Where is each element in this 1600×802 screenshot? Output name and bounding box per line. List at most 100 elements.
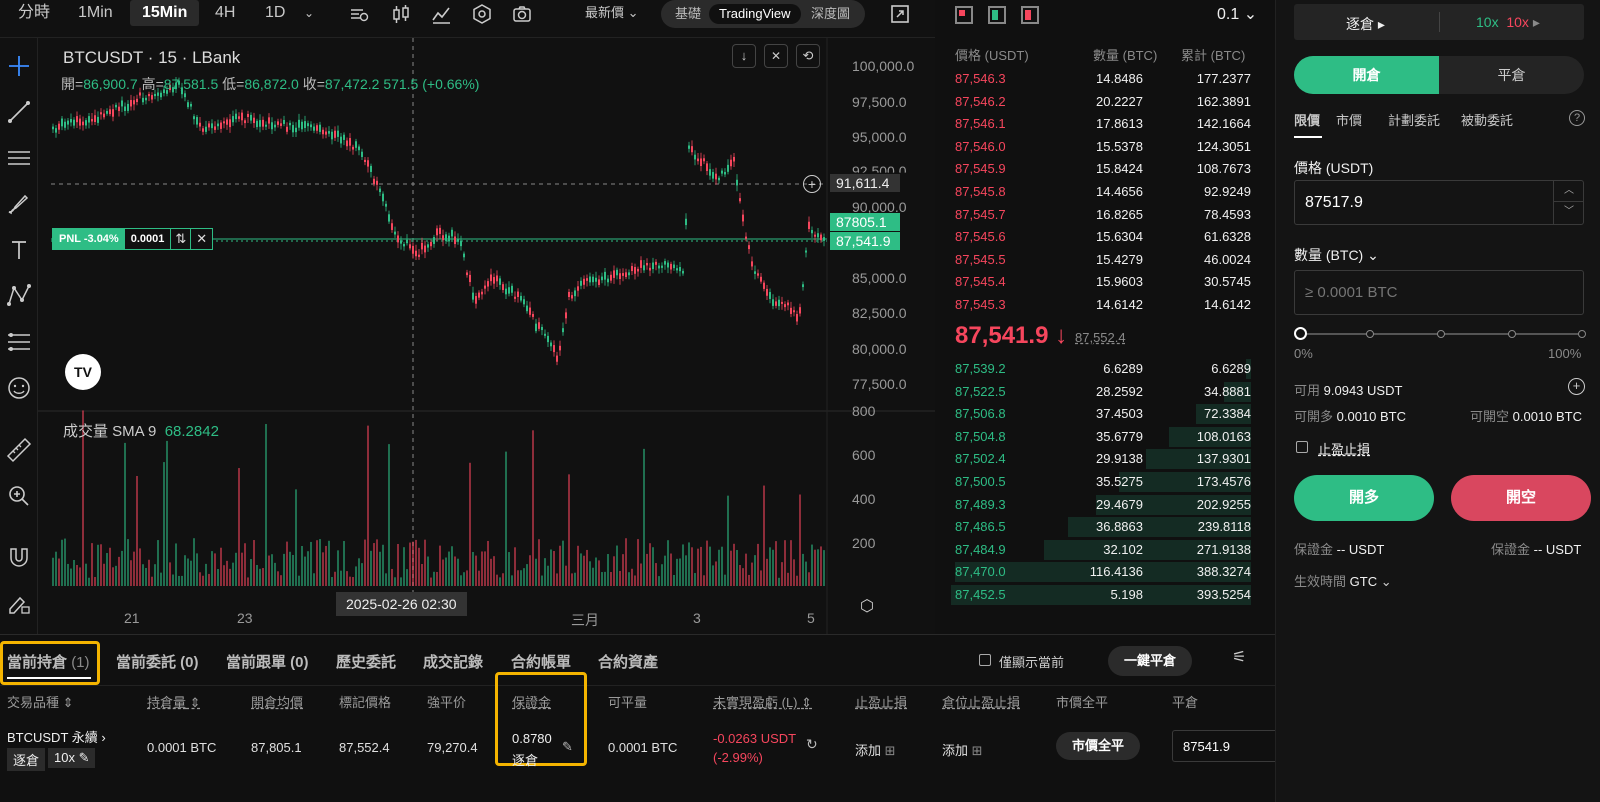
margin-mode-button[interactable]: 逐倉 ▸ (1346, 14, 1385, 34)
candlestick-chart[interactable] (38, 38, 935, 634)
bid-row[interactable]: 87,502.4 29.9138 137.9301 (937, 448, 1257, 470)
edit-margin-icon[interactable]: ✎ (562, 739, 573, 755)
tpsl-label[interactable]: 止盈止損 (1318, 439, 1370, 458)
zoom-in-icon[interactable] (5, 482, 33, 510)
tab-contract-assets[interactable]: 合約資產 (598, 651, 658, 672)
chart-area[interactable]: ↓ ✕ ⟲ PNL -3.04% 0.0001 ⇅ ✕ 87805.1 87,5… (38, 38, 935, 634)
ask-row[interactable]: 87,545.7 16.8265 78.4593 (937, 204, 1257, 226)
collapse-icon[interactable]: ✕ (764, 44, 788, 68)
market-close-button[interactable]: 市價全平 (1056, 732, 1140, 760)
interval-1d[interactable]: 1D (265, 0, 285, 26)
ask-row[interactable]: 87,545.9 15.8424 108.7673 (937, 158, 1257, 180)
tpsl-checkbox[interactable] (1296, 441, 1308, 453)
ask-row[interactable]: 87,545.5 15.4279 46.0024 (937, 249, 1257, 271)
brush-icon[interactable] (5, 190, 33, 218)
crosshair-icon[interactable] (5, 52, 33, 80)
precision-dropdown[interactable]: 0.1 ⌄ (1217, 4, 1257, 24)
interval-tick[interactable]: 分時 (18, 0, 50, 26)
view-depth[interactable]: 深度圖 (811, 4, 850, 24)
only-current-checkbox[interactable] (979, 654, 991, 666)
lock-drawings-icon[interactable] (5, 589, 33, 617)
ask-row[interactable]: 87,546.0 15.5378 124.3051 (937, 136, 1257, 158)
pattern-tool-icon[interactable] (5, 282, 33, 310)
view-basic[interactable]: 基礎 (675, 4, 701, 24)
magnet-icon[interactable] (5, 543, 33, 571)
open-long-button[interactable]: 開多 (1294, 475, 1434, 521)
settings-gear-icon[interactable] (471, 3, 493, 25)
bid-row[interactable]: 87,452.5 5.198 393.5254 (937, 584, 1257, 606)
book-asks-icon[interactable] (1021, 6, 1039, 24)
bid-row[interactable]: 87,470.0 116.4136 388.3274 (937, 561, 1257, 583)
tab-open-orders[interactable]: 當前委託 (0) (116, 651, 199, 672)
close-position-icon[interactable]: ✕ (190, 229, 213, 249)
ask-row[interactable]: 87,545.4 15.9603 30.5745 (937, 271, 1257, 293)
close-tab[interactable]: 平倉 (1439, 56, 1584, 94)
price-type-dropdown[interactable]: 最新價 ⌄ (585, 0, 639, 26)
book-bids-icon[interactable] (988, 6, 1006, 24)
horizontal-lines-icon[interactable] (5, 144, 33, 172)
help-icon[interactable]: ? (1569, 110, 1585, 126)
bid-row[interactable]: 87,489.3 29.4679 202.9255 (937, 494, 1257, 516)
open-short-button[interactable]: 開空 (1451, 475, 1591, 521)
qty-input[interactable] (1294, 270, 1584, 315)
interval-15min[interactable]: 15Min (130, 0, 200, 26)
tab-trade-history[interactable]: 成交記錄 (423, 651, 483, 672)
fullscreen-icon[interactable] (890, 4, 910, 24)
close-all-button[interactable]: 一鍵平倉 (1108, 646, 1192, 676)
view-tradingview[interactable]: TradingView (709, 4, 801, 24)
bid-row[interactable]: 87,539.2 6.6289 6.6289 (937, 358, 1257, 380)
row-pos-tpsl-add[interactable]: 添加 ⊞ (942, 740, 983, 759)
col-upnl[interactable]: 未實現盈虧 (L) ⇕ (713, 692, 812, 711)
indicators-icon[interactable] (430, 3, 452, 25)
bid-row[interactable]: 87,504.8 35.6779 108.0163 (937, 426, 1257, 448)
emoji-icon[interactable] (5, 374, 33, 402)
ask-row[interactable]: 87,546.3 14.8486 177.2377 (937, 68, 1257, 90)
ordertype-market[interactable]: 市價 (1336, 110, 1362, 129)
price-up-chevron-icon[interactable]: ︿ (1553, 181, 1584, 202)
col-symbol[interactable]: 交易品種 ⇕ (7, 692, 74, 711)
tab-contract-bills[interactable]: 合約帳單 (511, 651, 571, 672)
price-input[interactable] (1295, 181, 1553, 224)
qty-label[interactable]: 數量 (BTC) ⌄ (1294, 245, 1379, 265)
bid-row[interactable]: 87,500.5 35.5275 173.4576 (937, 471, 1257, 493)
reverse-position-icon[interactable]: ⇅ (170, 229, 191, 249)
bid-row[interactable]: 87,484.9 32.102 271.9138 (937, 539, 1257, 561)
indicator-eye-icon[interactable] (348, 4, 370, 24)
ordertype-passive[interactable]: 被動委託 (1461, 110, 1513, 129)
filter-settings-icon[interactable]: ⚟ (1232, 647, 1246, 667)
book-both-icon[interactable] (955, 6, 973, 24)
mark-price[interactable]: 87,552.4 (1075, 330, 1126, 345)
bid-row[interactable]: 87,486.5 36.8863 239.8118 (937, 516, 1257, 538)
bid-row[interactable]: 87,522.5 28.2592 34.8881 (937, 381, 1257, 403)
interval-1min[interactable]: 1Min (78, 0, 113, 26)
ordertype-plan[interactable]: 計劃委託 (1388, 110, 1440, 129)
fib-tool-icon[interactable] (5, 328, 33, 356)
arrow-down-icon[interactable]: ↓ (732, 44, 756, 68)
tab-copy-orders[interactable]: 當前跟單 (0) (226, 651, 309, 672)
add-alert-plus-icon[interactable]: + (803, 175, 821, 193)
ask-row[interactable]: 87,545.6 15.6304 61.6328 (937, 226, 1257, 248)
candle-type-icon[interactable] (390, 3, 412, 25)
ask-row[interactable]: 87,545.8 14.4656 92.9249 (937, 181, 1257, 203)
ask-row[interactable]: 87,546.1 17.8613 142.1664 (937, 113, 1257, 135)
row-symbol[interactable]: BTCUSDT 永續 › (7, 727, 106, 746)
row-tpsl-add[interactable]: 添加 ⊞ (855, 740, 896, 759)
ordertype-limit[interactable]: 限價 (1294, 110, 1320, 129)
close-price-input[interactable] (1172, 730, 1275, 762)
pnl-position-tag[interactable]: PNL -3.04% 0.0001 ⇅ ✕ (52, 228, 214, 250)
tradingview-logo[interactable]: TV (65, 354, 101, 390)
tab-order-history[interactable]: 歷史委託 (336, 651, 396, 672)
text-tool-icon[interactable] (5, 236, 33, 264)
ask-row[interactable]: 87,546.2 20.2227 162.3891 (937, 91, 1257, 113)
interval-more-chevron-icon[interactable]: ⌄ (304, 0, 314, 26)
interval-4h[interactable]: 4H (215, 0, 235, 26)
share-pnl-icon[interactable]: ↻ (806, 736, 818, 753)
camera-screenshot-icon[interactable] (511, 3, 533, 25)
ask-row[interactable]: 87,545.3 14.6142 14.6142 (937, 294, 1257, 316)
qty-slider-handle[interactable] (1294, 327, 1307, 340)
transfer-plus-icon[interactable]: + (1568, 378, 1585, 395)
reset-chart-icon[interactable]: ⟲ (796, 44, 820, 68)
row-leverage-badge[interactable]: 10x ✎ (48, 748, 96, 768)
bid-row[interactable]: 87,506.8 37.4503 72.3384 (937, 403, 1257, 425)
col-size[interactable]: 持倉量 ⇕ (147, 692, 201, 711)
